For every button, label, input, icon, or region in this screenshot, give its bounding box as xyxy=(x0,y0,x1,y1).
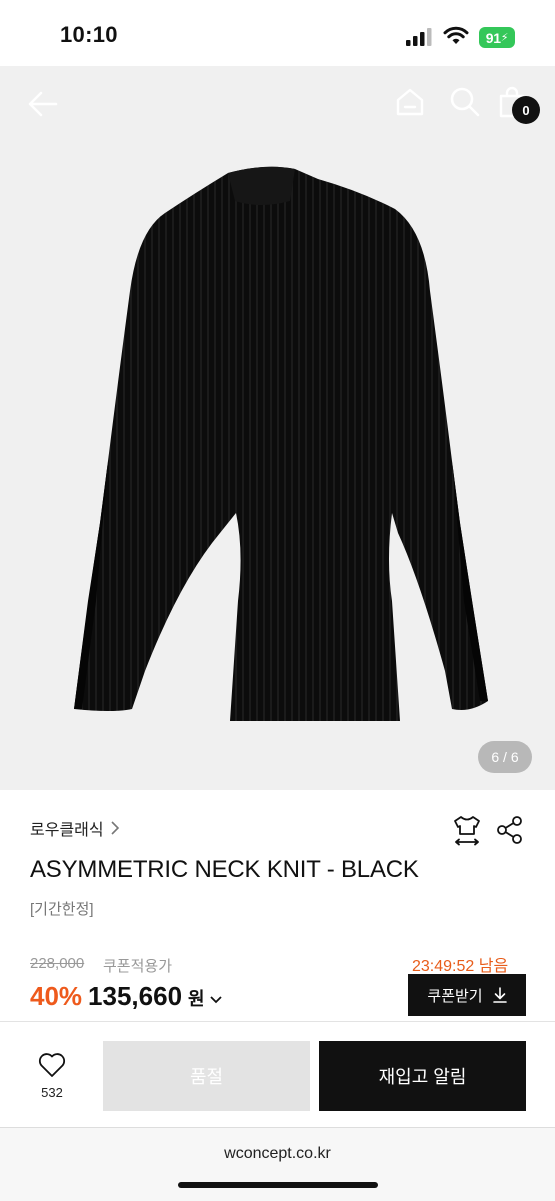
wishlist-button[interactable]: 532 xyxy=(30,1052,74,1108)
heart-icon xyxy=(38,1053,66,1077)
get-coupon-button[interactable]: 쿠폰받기 xyxy=(408,974,526,1016)
home-icon[interactable] xyxy=(394,86,426,118)
product-photo-black-knit xyxy=(74,166,488,721)
discount-rate: 40% xyxy=(30,981,83,1011)
soldout-button[interactable]: 품절 xyxy=(103,1041,310,1111)
cart-count-badge: 0 xyxy=(512,96,540,124)
divider xyxy=(0,1021,555,1022)
chevron-right-icon xyxy=(111,821,119,835)
sale-timer: 23:49:52 남음 xyxy=(412,958,509,975)
product-title: ASYMMETRIC NECK KNIT - BLACK xyxy=(30,856,419,883)
home-indicator[interactable] xyxy=(178,1182,378,1188)
brand-name: 로우클래식 xyxy=(30,822,104,839)
url-label[interactable]: wconcept.co.kr xyxy=(0,1145,555,1163)
status-time: 10:10 xyxy=(60,22,118,47)
currency-label: 원 xyxy=(188,989,205,1009)
coupon-price-label: 쿠폰적용가 xyxy=(103,958,173,975)
share-icon[interactable] xyxy=(496,815,524,845)
wish-count: 532 xyxy=(41,1085,63,1100)
back-arrow-icon[interactable] xyxy=(26,87,60,121)
original-price: 228,000 xyxy=(30,955,85,972)
search-icon[interactable] xyxy=(449,86,481,118)
size-guide-icon[interactable] xyxy=(451,814,483,846)
download-icon xyxy=(492,987,507,1003)
wifi-icon xyxy=(443,26,469,44)
product-tag: [기간한정] xyxy=(30,901,94,918)
battery-indicator: 91 ⚡ xyxy=(479,27,515,48)
product-image-gallery[interactable]: 0 6 / 6 xyxy=(0,66,555,790)
chevron-down-icon[interactable] xyxy=(209,995,223,1005)
cellular-signal-icon xyxy=(406,28,432,46)
coupon-button-label: 쿠폰받기 xyxy=(427,987,483,1005)
sale-price: 135,660 xyxy=(88,981,183,1011)
battery-level: 91 xyxy=(485,29,501,46)
price-row[interactable]: 40% 135,660 원 xyxy=(30,981,223,1012)
restock-alert-button[interactable]: 재입고 알림 xyxy=(319,1041,526,1111)
brand-link[interactable]: 로우클래식 xyxy=(30,816,120,840)
image-page-indicator: 6 / 6 xyxy=(478,741,532,773)
browser-bar: wconcept.co.kr xyxy=(0,1127,555,1201)
status-bar: 10:10 91 ⚡ xyxy=(0,0,555,66)
